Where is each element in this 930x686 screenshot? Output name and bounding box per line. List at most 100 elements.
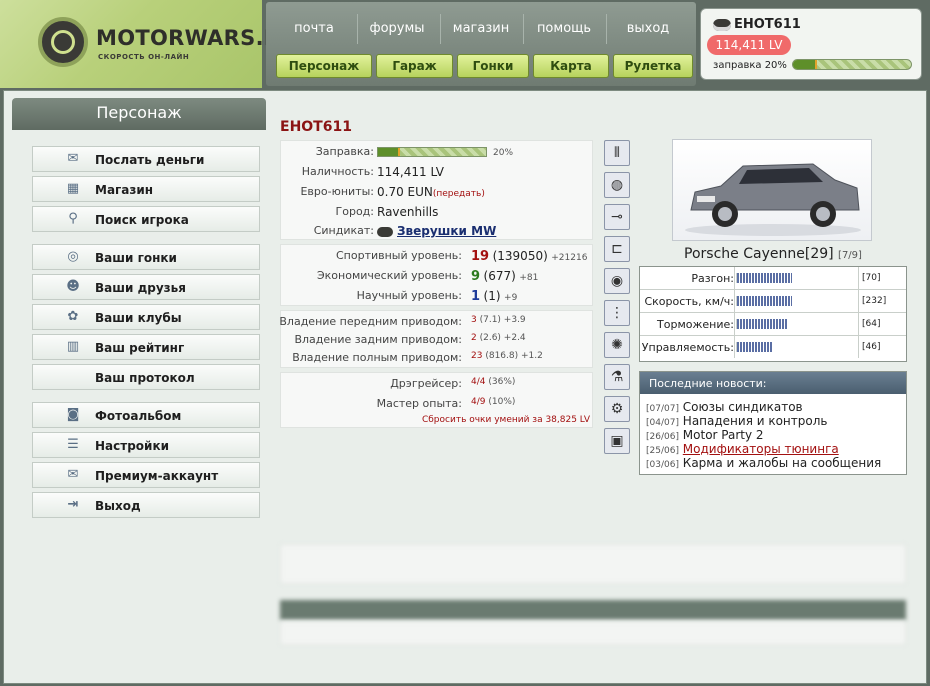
cash-label: Наличность: (301, 165, 374, 178)
car-image[interactable] (672, 139, 872, 241)
sidebar-item-photo-album[interactable]: ◙ Фотоальбом (32, 402, 260, 428)
news-item[interactable]: [03/06] Карма и жалобы на сообщения (646, 456, 881, 470)
nav-button-garage[interactable]: Гараж (376, 54, 453, 78)
euro-value: 0.70 EUN (377, 185, 433, 199)
user-name[interactable]: ЕНОТ611 (713, 17, 801, 32)
character-name: ЕНОТ611 (280, 119, 352, 135)
sidebar-item-label: Ваш рейтинг (95, 341, 185, 355)
level-label: Экономический уровень: (316, 269, 462, 282)
nav-button-map[interactable]: Карта (533, 54, 609, 78)
city-label: Город: (335, 205, 374, 218)
drive-detail: (2.6) +2.4 (479, 333, 526, 343)
shock-absorber-icon[interactable]: ⫴ (604, 140, 630, 166)
syndicate-icon (377, 226, 393, 237)
ecu-icon[interactable]: ▣ (604, 428, 630, 454)
skill-detail: (10%) (488, 397, 516, 407)
skill-label: Дрэгрейсер: (390, 377, 462, 390)
news-item[interactable]: [25/06] Модификаторы тюнинга (646, 442, 839, 456)
drive-detail: (816.8) +1.2 (485, 351, 543, 361)
drives-panel: Владение передним приводом: 3 (7.1) +3.9… (279, 310, 593, 368)
sidebar-item-label: Премиум-аккаунт (95, 469, 219, 483)
blurred-block (280, 544, 906, 584)
sidebar-item-your-rating[interactable]: ▥ Ваш рейтинг (32, 334, 260, 360)
sidebar-item-your-clubs[interactable]: ✿ Ваши клубы (32, 304, 260, 330)
stat-bar (736, 273, 792, 283)
science-points: (1) (483, 289, 501, 303)
sidebar-item-label: Фотоальбом (95, 409, 182, 423)
tire-icon[interactable]: ◍ (604, 172, 630, 198)
sidebar-item-label: Послать деньги (95, 153, 205, 167)
drive-value: 2 (471, 333, 477, 343)
nav-link-forums[interactable]: форумы (357, 21, 437, 36)
steering-wheel-icon: ◎ (67, 249, 79, 264)
valve-icon[interactable]: ⚙ (604, 396, 630, 422)
user-name-label: ЕНОТ611 (734, 17, 801, 32)
news-text: Motor Party 2 (682, 428, 764, 442)
settings-icon: ☰ (67, 437, 79, 452)
sidebar-item-label: Настройки (95, 439, 170, 453)
stat-bar (736, 319, 787, 329)
brake-disc-icon[interactable]: ◉ (604, 268, 630, 294)
news-panel: Последние новости: [07/07] Союзы синдика… (639, 371, 907, 475)
sport-level: 19 (471, 249, 490, 264)
turbo-icon[interactable]: ✺ (604, 332, 630, 358)
news-date: [26/06] (646, 432, 679, 442)
sidebar-item-premium-account[interactable]: ✉ Премиум-аккаунт (32, 462, 260, 488)
nav-link-exit[interactable]: выход (608, 21, 688, 36)
sidebar-item-label: Ваш протокол (95, 371, 195, 385)
news-text: Карма и жалобы на сообщения (682, 456, 882, 470)
levels-panel: Спортивный уровень: 19 (139050) +21216 Э… (280, 244, 593, 306)
sidebar-item-exit[interactable]: ⇥ Выход (32, 492, 260, 518)
exit-icon: ⇥ (67, 497, 79, 512)
sidebar-item-your-protocol[interactable]: Ваш протокол (32, 364, 260, 390)
user-fuel-label: заправка 20% (713, 60, 787, 71)
news-text: Союзы синдикатов (682, 400, 803, 414)
drive-value: 3 (471, 315, 477, 325)
intake-icon[interactable]: ⊏ (604, 236, 630, 262)
nav-button-races[interactable]: Гонки (457, 54, 529, 78)
fuel-percent: 20% (493, 148, 514, 158)
nav-link-help[interactable]: помощь (524, 21, 604, 36)
transfer-link[interactable]: (передать) (433, 189, 485, 199)
logo-icon (38, 17, 88, 67)
exhaust-icon[interactable]: ⊸ (604, 204, 630, 230)
drive-value: 23 (471, 351, 483, 361)
news-item[interactable]: [07/07] Союзы синдикатов (646, 400, 803, 414)
logo[interactable]: MOTORWARS.RU СКОРОСТЬ ОН-ЛАЙН (0, 0, 297, 88)
car-icon (685, 163, 861, 236)
reset-skills-link[interactable]: Сбросить очки умений за 38,825 LV (422, 415, 590, 425)
economic-level: 9 (471, 269, 481, 284)
suspension-icon[interactable]: ⋮ (604, 300, 630, 326)
nav-link-shop[interactable]: магазин (441, 21, 521, 36)
sport-points: (139050) (492, 249, 548, 263)
news-item[interactable]: [26/06] Motor Party 2 (646, 428, 764, 442)
rating-icon: ▥ (66, 339, 80, 354)
sidebar-item-player-search[interactable]: ⚲ Поиск игрока (32, 206, 260, 232)
sidebar-item-send-money[interactable]: ✉ Послать деньги (32, 146, 260, 172)
city-value: Ravenhills (377, 205, 439, 219)
nav-button-character[interactable]: Персонаж (276, 54, 372, 78)
stat-row: Управляемость: [46] (640, 336, 906, 359)
sidebar-item-label: Магазин (95, 183, 154, 197)
blurred-header (280, 600, 906, 620)
car-model: Porsche Cayenne[29] (684, 246, 834, 262)
stat-label: Управляемость: (641, 341, 734, 354)
money-icon: ✉ (67, 151, 79, 166)
skill-label: Мастер опыта: (376, 397, 462, 410)
nav-separator (606, 14, 607, 44)
nav-button-roulette[interactable]: Рулетка (613, 54, 693, 78)
shop-icon: ▦ (66, 181, 80, 196)
skills-panel: Дрэгрейсер: 4/4 (36%) Мастер опыта: 4/9 … (280, 372, 593, 428)
news-item[interactable]: [04/07] Нападения и контроль (646, 414, 827, 428)
news-date: [25/06] (646, 446, 679, 456)
nav-link-mail[interactable]: почта (274, 21, 354, 36)
syndicate-label: Синдикат: (313, 224, 374, 237)
nitro-icon[interactable]: ⚗ (604, 364, 630, 390)
sidebar-item-your-races[interactable]: ◎ Ваши гонки (32, 244, 260, 270)
stat-label: Разгон: (691, 272, 734, 285)
syndicate-link[interactable]: Зверушки MW (397, 224, 496, 238)
sidebar-item-settings[interactable]: ☰ Настройки (32, 432, 260, 458)
logo-subtitle: СКОРОСТЬ ОН-ЛАЙН (98, 53, 190, 61)
sidebar-item-shop[interactable]: ▦ Магазин (32, 176, 260, 202)
sidebar-item-your-friends[interactable]: ☻ Ваши друзья (32, 274, 260, 300)
